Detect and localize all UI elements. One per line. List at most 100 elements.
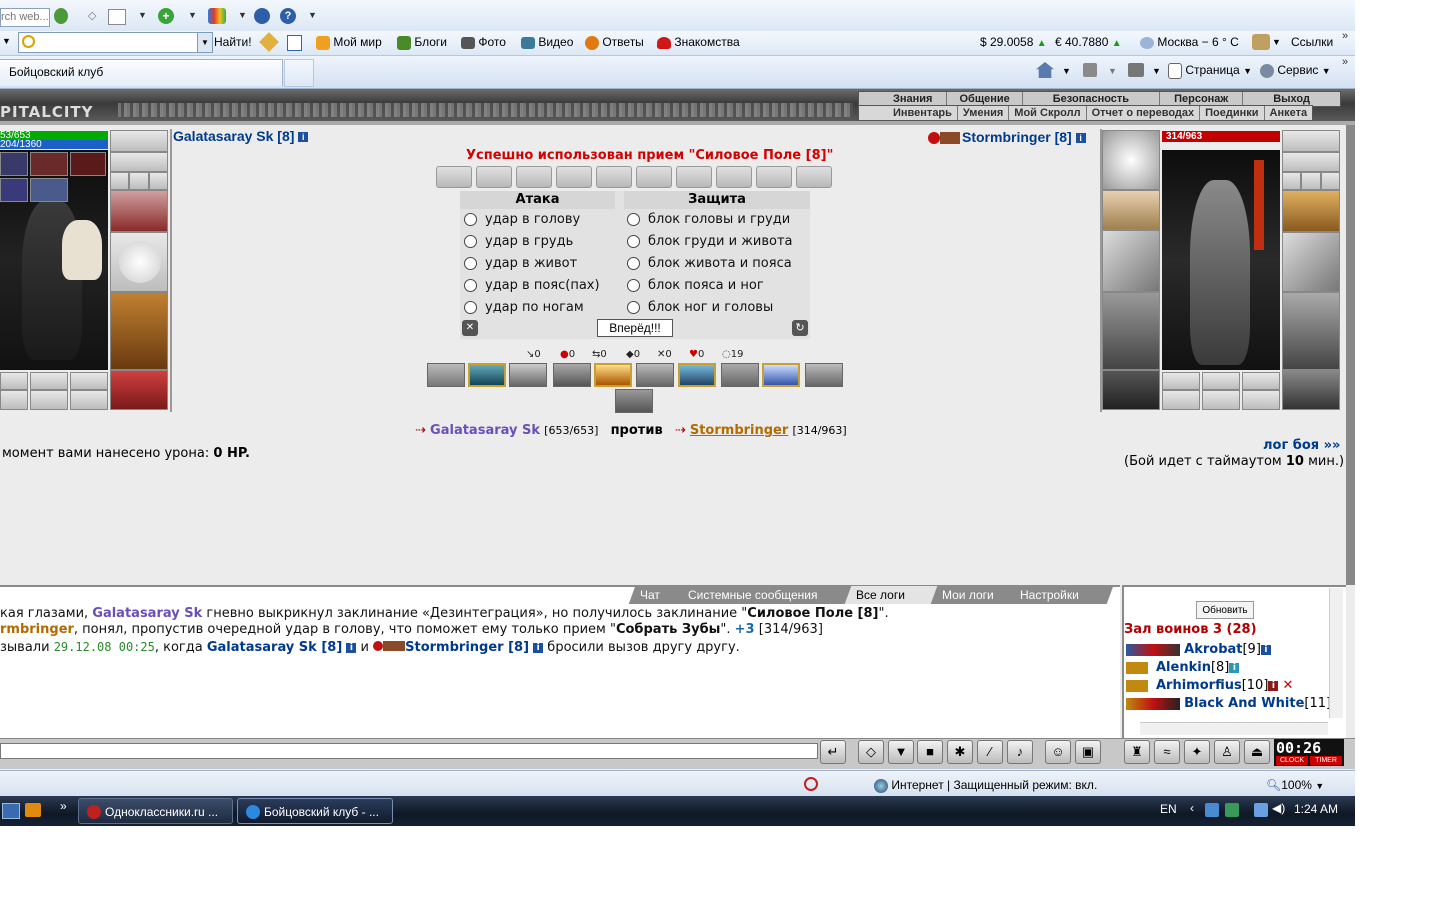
- scroll-slot[interactable]: [676, 166, 712, 188]
- tab-system[interactable]: Системные сообщения: [676, 586, 856, 604]
- info-icon[interactable]: i: [1075, 133, 1086, 144]
- info-icon[interactable]: i: [1229, 662, 1240, 673]
- chevron-down-icon[interactable]: ▼: [308, 10, 317, 20]
- technique-icon[interactable]: [509, 363, 547, 387]
- belt-slot[interactable]: [1242, 390, 1280, 410]
- player-list-item[interactable]: Alenkin[8] i: [1126, 660, 1240, 675]
- enemy-avatar[interactable]: [1162, 150, 1280, 370]
- belt-slot[interactable]: [1202, 390, 1240, 410]
- link-answers[interactable]: Ответы: [585, 35, 644, 50]
- menu-skills[interactable]: Умения: [958, 106, 1010, 120]
- versus-left-name[interactable]: Galatasaray Sk: [430, 423, 540, 438]
- volume-icon[interactable]: ◀): [1272, 801, 1285, 815]
- link-blogs[interactable]: Блоги: [397, 35, 447, 50]
- party-icon[interactable]: ♙: [1214, 740, 1240, 764]
- links-menu[interactable]: Ссылки: [1291, 35, 1333, 49]
- ring-slot[interactable]: [1282, 172, 1301, 190]
- menu-security[interactable]: Безопасность: [1023, 92, 1161, 106]
- info-icon[interactable]: i: [346, 642, 357, 653]
- tab-fightclub[interactable]: Бойцовский клуб: [0, 59, 283, 86]
- player-list-item[interactable]: Black And White[11]: [1126, 696, 1331, 711]
- exit-icon[interactable]: ⏏: [1244, 740, 1270, 764]
- search-field[interactable]: ▼: [18, 32, 213, 53]
- service-menu[interactable]: Сервис ▼: [1260, 63, 1331, 78]
- toolbar-icon[interactable]: [254, 8, 270, 24]
- search-icon[interactable]: [54, 8, 68, 24]
- double-chevron-icon[interactable]: »: [1342, 30, 1348, 42]
- filter-icon[interactable]: ▼: [888, 740, 914, 764]
- ring-slot[interactable]: [110, 172, 129, 190]
- ring-slot[interactable]: [149, 172, 168, 190]
- shield-x-icon[interactable]: ✕: [462, 320, 478, 336]
- chevron-down-icon[interactable]: ▼: [138, 10, 147, 20]
- magic-icon[interactable]: ✦: [1184, 740, 1210, 764]
- show-desktop-icon[interactable]: [2, 803, 20, 819]
- player-left-name[interactable]: Galatasaray Sk [8] i: [173, 128, 309, 144]
- radio-button[interactable]: [464, 301, 477, 314]
- belt-slot[interactable]: [0, 390, 28, 410]
- technique-icon[interactable]: [721, 363, 759, 387]
- menu-transfers[interactable]: Отчет о переводах: [1087, 106, 1201, 120]
- chevron-down-icon[interactable]: ▼: [2, 36, 11, 46]
- chat-input[interactable]: [0, 743, 818, 759]
- technique-icon[interactable]: [553, 363, 591, 387]
- menu-inventory[interactable]: Инвентарь: [859, 106, 958, 120]
- search-input[interactable]: rch web...: [0, 8, 50, 27]
- scroll-slot[interactable]: [756, 166, 792, 188]
- chevron-down-icon[interactable]: ▼: [1272, 37, 1281, 47]
- chevron-down-icon[interactable]: ▼: [197, 33, 212, 52]
- technique-icon[interactable]: [427, 363, 465, 387]
- belt-slot[interactable]: [30, 372, 68, 390]
- player-list-item[interactable]: Akrobat[9] i: [1126, 642, 1271, 657]
- smile-icon[interactable]: ☺: [1045, 740, 1071, 764]
- technique-icon[interactable]: [468, 363, 506, 387]
- belt-slot[interactable]: [0, 372, 28, 390]
- radio-button[interactable]: [627, 279, 640, 292]
- defense-option-2[interactable]: блок груди и живота: [627, 234, 793, 249]
- print-icon[interactable]: [1128, 63, 1144, 77]
- radio-button[interactable]: [464, 235, 477, 248]
- scroll-slot[interactable]: [556, 166, 592, 188]
- amulet-slot[interactable]: [1282, 152, 1340, 172]
- pants-slot[interactable]: [110, 292, 168, 370]
- tab-my-logs[interactable]: Мои логи: [930, 586, 1022, 604]
- player-list-item[interactable]: Arhimorfius[10] i ✕: [1126, 678, 1293, 693]
- radio-button[interactable]: [627, 235, 640, 248]
- battle-log-link[interactable]: лог боя »»: [1263, 438, 1340, 453]
- belt-slot[interactable]: [30, 390, 68, 410]
- ring-slot[interactable]: [1301, 172, 1321, 190]
- weapon-slot[interactable]: [1102, 230, 1160, 292]
- attack-option-belly[interactable]: удар в живот: [464, 256, 577, 271]
- info-icon[interactable]: i: [533, 642, 544, 653]
- gloves-slot[interactable]: [110, 190, 168, 232]
- window-icon[interactable]: [108, 9, 126, 25]
- page-menu[interactable]: Страница ▼: [1168, 63, 1252, 79]
- belt-slot[interactable]: [70, 390, 108, 410]
- gloves-slot[interactable]: [1282, 190, 1340, 232]
- menu-communication[interactable]: Общение: [947, 92, 1023, 106]
- log-name[interactable]: rmbringer: [0, 622, 74, 637]
- double-chevron-icon[interactable]: »: [60, 799, 67, 813]
- offhand-slot[interactable]: [1282, 232, 1340, 292]
- effect-house-icon[interactable]: [0, 152, 28, 176]
- technique-icon[interactable]: [762, 363, 800, 387]
- scroll-slot[interactable]: [436, 166, 472, 188]
- earrings-slot[interactable]: [1282, 130, 1340, 152]
- tab-settings[interactable]: Настройки: [1008, 586, 1114, 604]
- settings-icon[interactable]: [1252, 34, 1270, 50]
- chevron-down-icon[interactable]: ▼: [1062, 66, 1071, 76]
- language-indicator[interactable]: EN: [1160, 802, 1177, 816]
- technique-icon[interactable]: [636, 363, 674, 387]
- log-name[interactable]: Galatasaray Sk [8]: [207, 640, 342, 655]
- radio-button[interactable]: [627, 301, 640, 314]
- effect-icon[interactable]: [30, 178, 68, 202]
- belt-slot[interactable]: [1162, 372, 1200, 390]
- security-zone[interactable]: Интернет | Защищенный режим: вкл.: [874, 778, 1097, 793]
- scroll-slot[interactable]: [796, 166, 832, 188]
- add-icon[interactable]: +: [158, 8, 174, 24]
- fighter-icon[interactable]: ✱: [947, 740, 973, 764]
- zoom-control[interactable]: 🔍︎100% ▼: [1266, 778, 1324, 792]
- belt-slot[interactable]: [70, 372, 108, 390]
- double-chevron-icon[interactable]: »: [1342, 56, 1348, 68]
- menu-character[interactable]: Персонаж: [1160, 92, 1244, 106]
